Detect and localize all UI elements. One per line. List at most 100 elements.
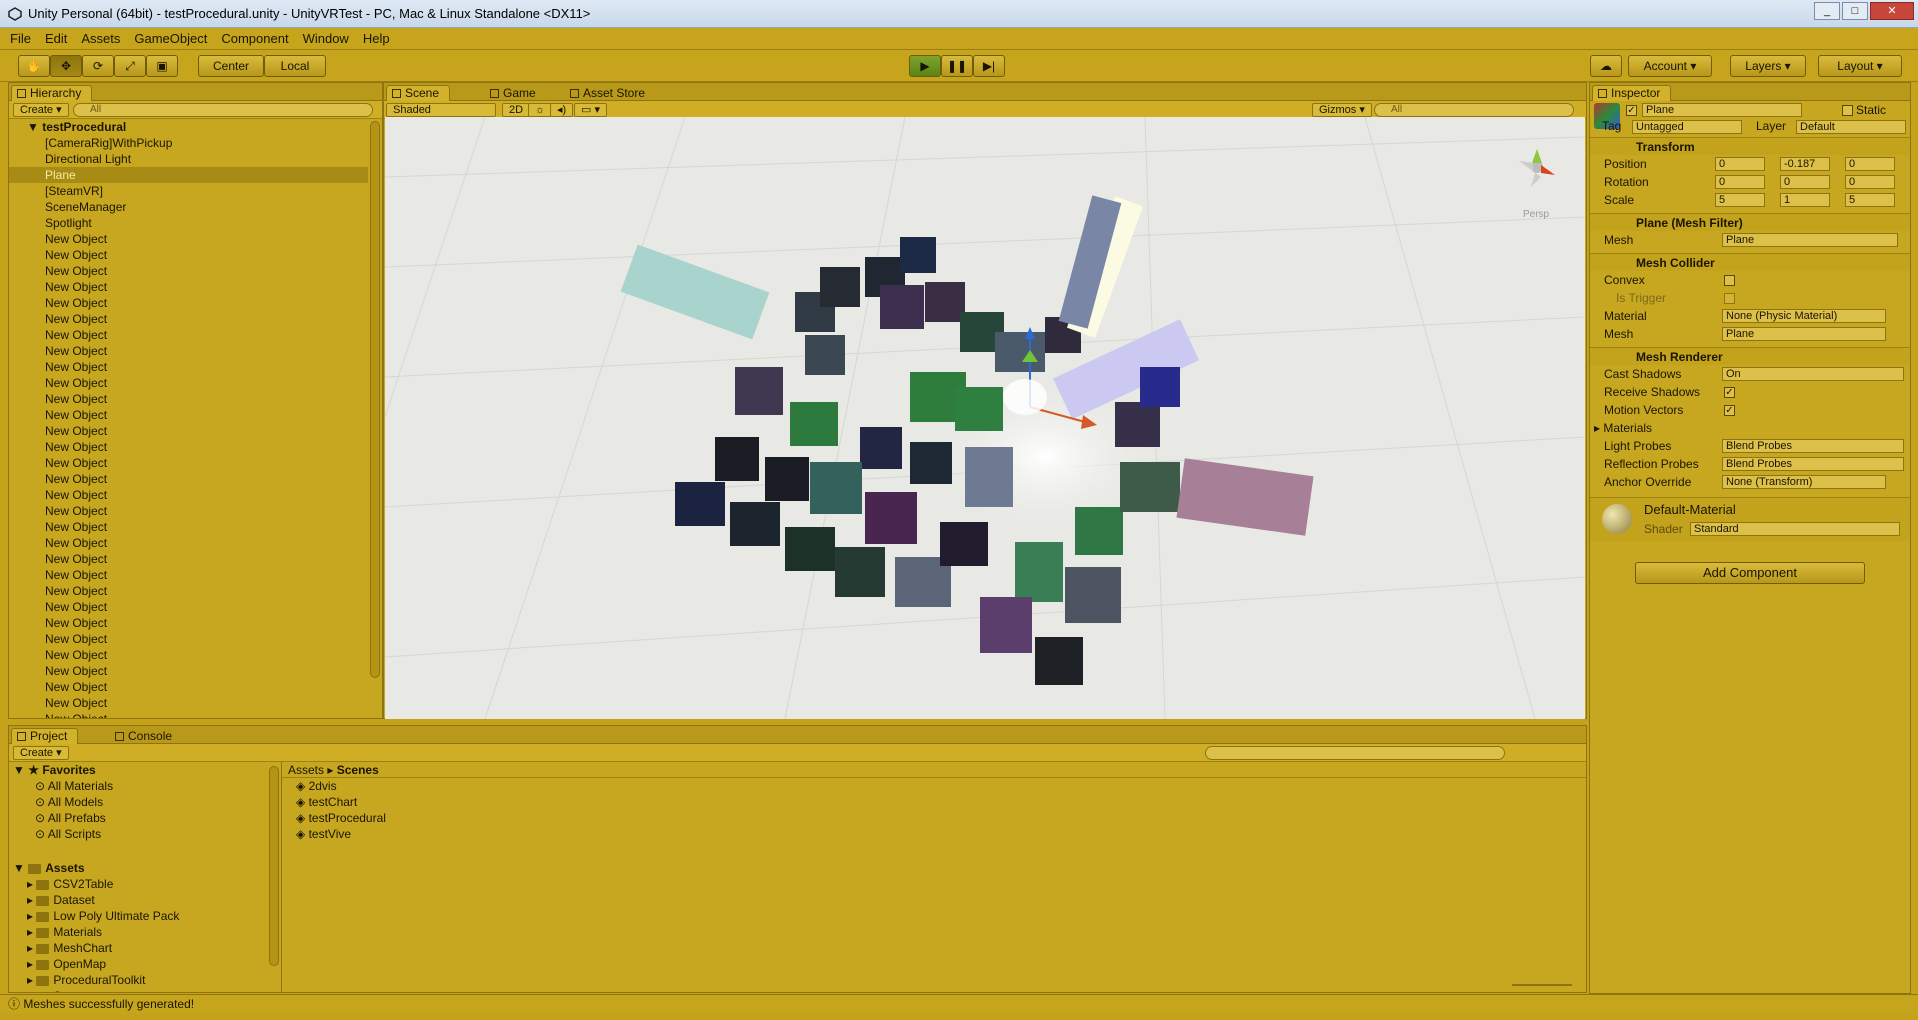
effects-dropdown[interactable]: ▭ ▾ (574, 103, 607, 117)
mesh-filter-header[interactable]: Plane (Mesh Filter) (1590, 213, 1910, 231)
rotation-x[interactable]: 0 (1715, 175, 1765, 189)
menu-component[interactable]: Component (221, 31, 288, 46)
close-button[interactable]: ✕ (1870, 2, 1914, 20)
favorites-header[interactable]: ▼ ★ Favorites (13, 762, 275, 778)
menu-help[interactable]: Help (363, 31, 390, 46)
hierarchy-item[interactable]: Plane (9, 167, 368, 183)
active-checkbox[interactable]: ✓ (1626, 105, 1637, 116)
layers-dropdown[interactable]: Layers ▾ (1730, 55, 1806, 77)
hierarchy-item[interactable]: New Object (9, 295, 368, 311)
tab-project[interactable]: Project (11, 728, 79, 744)
hierarchy-item[interactable]: New Object (9, 359, 368, 375)
hierarchy-item[interactable]: [SteamVR] (9, 183, 368, 199)
cloud-button[interactable]: ☁ (1590, 55, 1622, 77)
breadcrumb-scenes[interactable]: Scenes (337, 763, 379, 777)
lighting-toggle[interactable]: ☼ (528, 103, 553, 117)
hierarchy-item[interactable]: New Object (9, 679, 368, 695)
tab-asset-store[interactable]: Asset Store (564, 85, 656, 101)
scale-tool-button[interactable]: ⤢ (114, 55, 146, 77)
scene-root[interactable]: ▼ testProcedural (9, 119, 368, 135)
hierarchy-item[interactable]: New Object (9, 599, 368, 615)
tab-scene[interactable]: Scene (386, 85, 451, 101)
motion-vectors-checkbox[interactable]: ✓ (1724, 405, 1735, 416)
hierarchy-item[interactable]: New Object (9, 247, 368, 263)
menu-window[interactable]: Window (303, 31, 349, 46)
mesh-collider-header[interactable]: Mesh Collider (1590, 253, 1910, 271)
folder-item[interactable]: ▸ Low Poly Ultimate Pack (13, 908, 275, 924)
project-tree-scrollbar[interactable] (269, 766, 279, 966)
folder-item[interactable]: ▸ Materials (13, 924, 275, 940)
pivot-local-button[interactable]: Local (264, 55, 326, 77)
hierarchy-item[interactable]: New Object (9, 503, 368, 519)
hierarchy-item[interactable]: New Object (9, 375, 368, 391)
scene-file-item[interactable]: ◈ testVive (296, 826, 1586, 842)
is-trigger-checkbox[interactable] (1724, 293, 1735, 304)
hierarchy-item[interactable]: New Object (9, 423, 368, 439)
account-dropdown[interactable]: Account ▾ (1628, 55, 1712, 77)
rotate-tool-button[interactable]: ⟳ (82, 55, 114, 77)
tab-hierarchy[interactable]: Hierarchy (11, 85, 93, 101)
mode-2d-button[interactable]: 2D (502, 103, 531, 117)
tab-inspector[interactable]: Inspector (1592, 85, 1672, 101)
hierarchy-item[interactable]: New Object (9, 407, 368, 423)
icon-size-slider[interactable] (1512, 984, 1572, 986)
hierarchy-item[interactable]: New Object (9, 231, 368, 247)
hierarchy-item[interactable]: New Object (9, 711, 368, 718)
shader-dropdown[interactable]: Standard (1690, 522, 1900, 536)
hierarchy-search-input[interactable]: All (73, 103, 373, 117)
hierarchy-item[interactable]: New Object (9, 663, 368, 679)
hierarchy-item[interactable]: New Object (9, 695, 368, 711)
hierarchy-create-button[interactable]: Create ▾ (13, 103, 69, 117)
hierarchy-item[interactable]: New Object (9, 647, 368, 663)
tab-console[interactable]: Console (109, 728, 183, 744)
folder-item[interactable]: ▸ ProceduralToolkit (13, 972, 275, 988)
receive-shadows-checkbox[interactable]: ✓ (1724, 387, 1735, 398)
add-component-button[interactable]: Add Component (1635, 562, 1865, 584)
hand-tool-button[interactable]: ✋ (18, 55, 50, 77)
hierarchy-item[interactable]: New Object (9, 567, 368, 583)
object-name-field[interactable]: Plane (1642, 103, 1802, 117)
mesh-filter-mesh-field[interactable]: Plane (1722, 233, 1898, 247)
hierarchy-item[interactable]: Directional Light (9, 151, 368, 167)
favorite-item[interactable]: ⊙ All Prefabs (13, 810, 275, 826)
cast-shadows-dropdown[interactable]: On (1722, 367, 1904, 381)
assets-header[interactable]: ▼ Assets (13, 860, 275, 876)
menu-assets[interactable]: Assets (81, 31, 120, 46)
shading-mode-dropdown[interactable]: Shaded (386, 103, 496, 117)
hierarchy-item[interactable]: New Object (9, 535, 368, 551)
light-probes-dropdown[interactable]: Blend Probes (1722, 439, 1904, 453)
hierarchy-item[interactable]: New Object (9, 279, 368, 295)
scene-search-input[interactable]: All (1374, 103, 1574, 117)
tab-game[interactable]: Game (484, 85, 547, 101)
rotation-z[interactable]: 0 (1845, 175, 1895, 189)
favorite-item[interactable]: ⊙ All Models (13, 794, 275, 810)
audio-toggle[interactable]: ◂) (550, 103, 574, 117)
folder-item[interactable]: ▸ Scenes (13, 988, 275, 992)
layer-dropdown[interactable]: Default (1796, 120, 1906, 134)
maximize-button[interactable]: □ (1842, 2, 1868, 20)
project-search-input[interactable] (1205, 746, 1505, 760)
hierarchy-item[interactable]: New Object (9, 439, 368, 455)
menu-edit[interactable]: Edit (45, 31, 67, 46)
hierarchy-item[interactable]: New Object (9, 311, 368, 327)
scene-file-item[interactable]: ◈ 2dvis (296, 778, 1586, 794)
breadcrumb-assets[interactable]: Assets (288, 763, 324, 777)
move-tool-button[interactable]: ✥ (50, 55, 82, 77)
hierarchy-item[interactable]: New Object (9, 327, 368, 343)
convex-checkbox[interactable] (1724, 275, 1735, 286)
scale-y[interactable]: 1 (1780, 193, 1830, 207)
hierarchy-item[interactable]: New Object (9, 519, 368, 535)
hierarchy-item[interactable]: New Object (9, 583, 368, 599)
scene-file-item[interactable]: ◈ testProcedural (296, 810, 1586, 826)
layout-dropdown[interactable]: Layout ▾ (1818, 55, 1902, 77)
tag-dropdown[interactable]: Untagged (1632, 120, 1742, 134)
anchor-override-field[interactable]: None (Transform) (1722, 475, 1886, 489)
scale-z[interactable]: 5 (1845, 193, 1895, 207)
hierarchy-item[interactable]: [CameraRig]WithPickup (9, 135, 368, 151)
hierarchy-item[interactable]: New Object (9, 391, 368, 407)
menu-file[interactable]: File (10, 31, 31, 46)
favorite-item[interactable]: ⊙ All Scripts (13, 826, 275, 842)
reflection-probes-dropdown[interactable]: Blend Probes (1722, 457, 1904, 471)
hierarchy-item[interactable]: New Object (9, 455, 368, 471)
collider-mesh-field[interactable]: Plane (1722, 327, 1886, 341)
